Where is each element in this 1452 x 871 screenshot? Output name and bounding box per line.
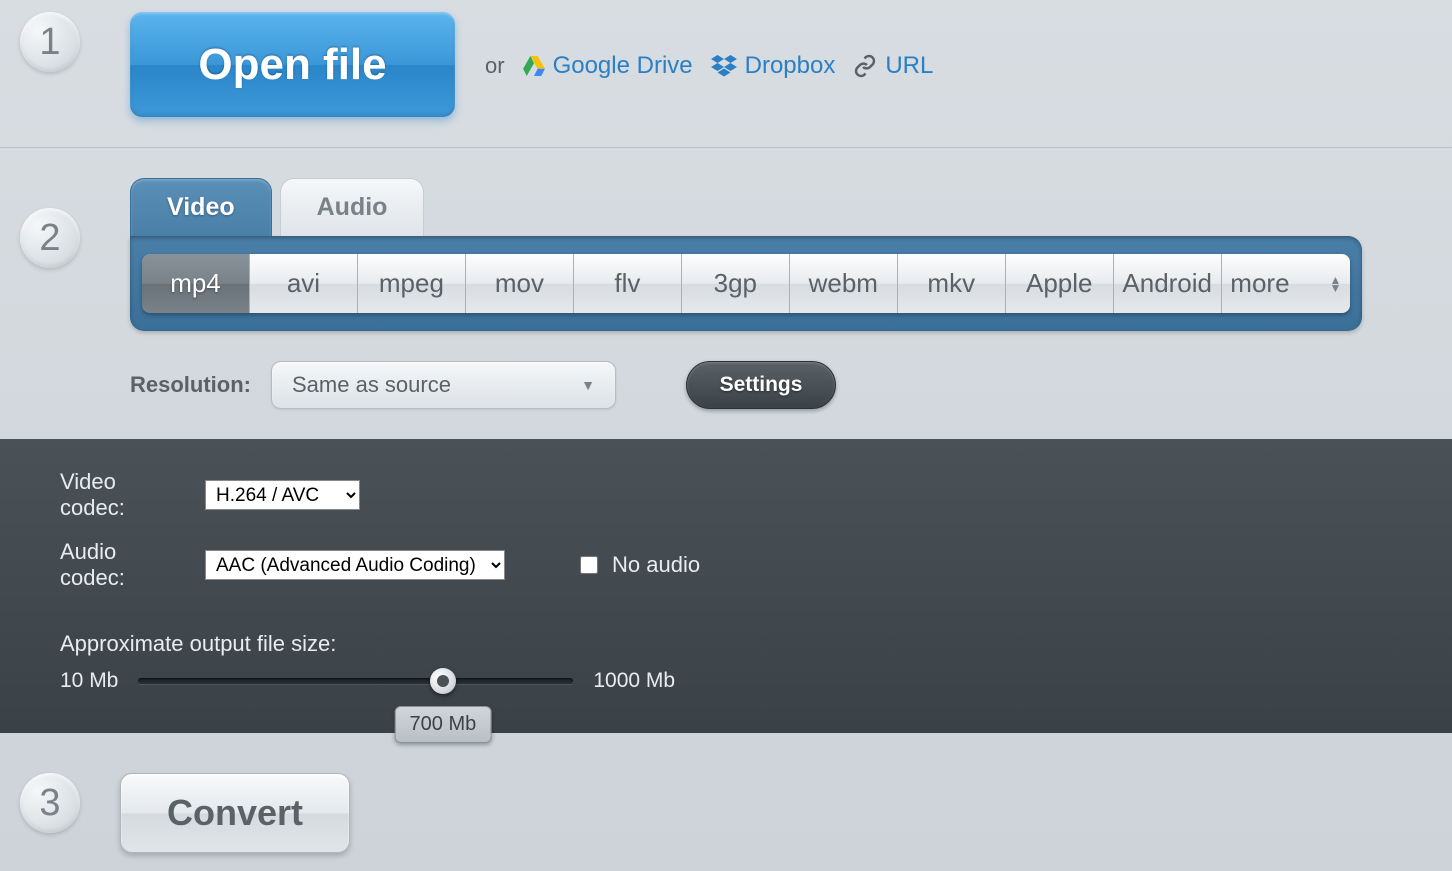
format-more[interactable]: more ▲▼ — [1222, 254, 1350, 313]
dropbox-icon — [711, 55, 737, 77]
settings-button[interactable]: Settings — [686, 361, 836, 409]
output-size-label: Approximate output file size: — [60, 631, 1392, 657]
format-avi[interactable]: avi — [250, 254, 358, 313]
convert-button[interactable]: Convert — [120, 773, 350, 853]
google-drive-label: Google Drive — [553, 52, 693, 80]
or-label: or — [485, 53, 505, 79]
size-slider[interactable]: 700 Mb — [138, 678, 573, 684]
open-file-button[interactable]: Open file — [130, 12, 455, 117]
format-mp4[interactable]: mp4 — [142, 254, 250, 313]
slider-min-label: 10 Mb — [60, 669, 118, 693]
slider-thumb[interactable] — [430, 668, 456, 694]
url-label: URL — [885, 52, 933, 80]
more-label: more — [1230, 268, 1289, 299]
url-link[interactable]: URL — [853, 52, 933, 80]
sort-arrows-icon: ▲▼ — [1330, 276, 1342, 292]
audio-codec-select[interactable]: AAC (Advanced Audio Coding) — [205, 550, 505, 580]
format-mkv[interactable]: mkv — [898, 254, 1006, 313]
resolution-label: Resolution: — [130, 372, 251, 398]
no-audio-label: No audio — [612, 552, 700, 578]
no-audio-checkbox[interactable] — [580, 556, 598, 574]
format-3gp[interactable]: 3gp — [682, 254, 790, 313]
video-codec-label: Video codec: — [60, 469, 185, 521]
no-audio-option[interactable]: No audio — [580, 552, 700, 578]
resolution-select[interactable]: Same as source ▼ — [271, 361, 616, 409]
audio-codec-label: Audio codec: — [60, 539, 185, 591]
format-apple[interactable]: Apple — [1006, 254, 1114, 313]
step-1-badge: 1 — [20, 12, 80, 72]
step-3-badge: 3 — [20, 773, 80, 833]
format-android[interactable]: Android — [1114, 254, 1222, 313]
step-2-badge: 2 — [20, 208, 80, 268]
format-mpeg[interactable]: mpeg — [358, 254, 466, 313]
format-mov[interactable]: mov — [466, 254, 574, 313]
slider-value-tooltip: 700 Mb — [395, 706, 492, 743]
slider-max-label: 1000 Mb — [593, 669, 675, 693]
google-drive-icon — [523, 56, 545, 76]
video-codec-select[interactable]: H.264 / AVC — [205, 480, 360, 510]
link-icon — [853, 54, 877, 78]
format-webm[interactable]: webm — [790, 254, 898, 313]
format-bar: mp4 avi mpeg mov flv 3gp webm mkv Apple … — [130, 236, 1362, 331]
tab-video[interactable]: Video — [130, 178, 272, 236]
google-drive-link[interactable]: Google Drive — [523, 52, 693, 80]
dropbox-link[interactable]: Dropbox — [711, 52, 836, 80]
advanced-settings-panel: Video codec: H.264 / AVC Audio codec: AA… — [0, 439, 1452, 733]
resolution-value: Same as source — [292, 372, 451, 398]
chevron-down-icon: ▼ — [581, 377, 595, 393]
tab-audio[interactable]: Audio — [280, 178, 425, 236]
dropbox-label: Dropbox — [745, 52, 836, 80]
format-flv[interactable]: flv — [574, 254, 682, 313]
